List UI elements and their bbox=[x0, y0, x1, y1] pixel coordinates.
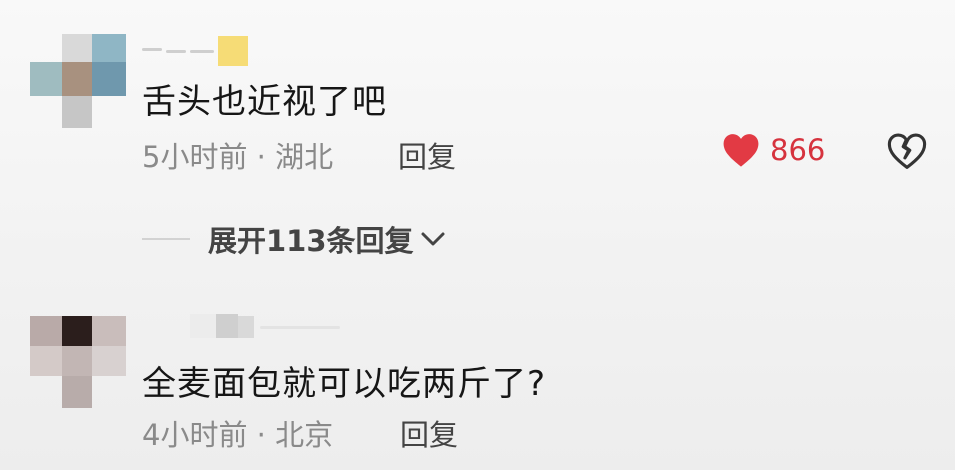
avatar[interactable] bbox=[30, 30, 126, 128]
comment-time: 5小时前 bbox=[142, 140, 248, 174]
expand-replies[interactable]: 展开113条回复 bbox=[142, 218, 446, 260]
divider bbox=[142, 238, 190, 240]
avatar[interactable] bbox=[30, 312, 126, 408]
meta-separator: · bbox=[247, 418, 276, 452]
meta-separator: · bbox=[247, 140, 276, 174]
comment-location: 湖北 bbox=[275, 140, 334, 174]
comment-time: 4小时前 bbox=[142, 418, 248, 452]
heart-filled-icon bbox=[723, 134, 759, 167]
broken-heart-icon bbox=[887, 133, 927, 169]
comment-meta: 5小时前 · 湖北 bbox=[142, 134, 333, 176]
comment-meta: 4小时前 · 北京 bbox=[142, 412, 333, 454]
reply-button[interactable]: 回复 bbox=[400, 412, 458, 454]
comment-text: 舌头也近视了吧 bbox=[142, 82, 387, 122]
like-button[interactable]: 866 bbox=[722, 132, 825, 168]
comment-text: 全麦面包就可以吃两斤了? bbox=[142, 364, 547, 404]
chevron-down-icon bbox=[421, 232, 445, 246]
comment-location: 北京 bbox=[275, 418, 334, 452]
reply-button[interactable]: 回复 bbox=[398, 134, 456, 176]
like-count: 866 bbox=[770, 133, 826, 167]
expand-replies-label: 展开113条回复 bbox=[208, 224, 414, 258]
dislike-button[interactable] bbox=[886, 132, 928, 174]
